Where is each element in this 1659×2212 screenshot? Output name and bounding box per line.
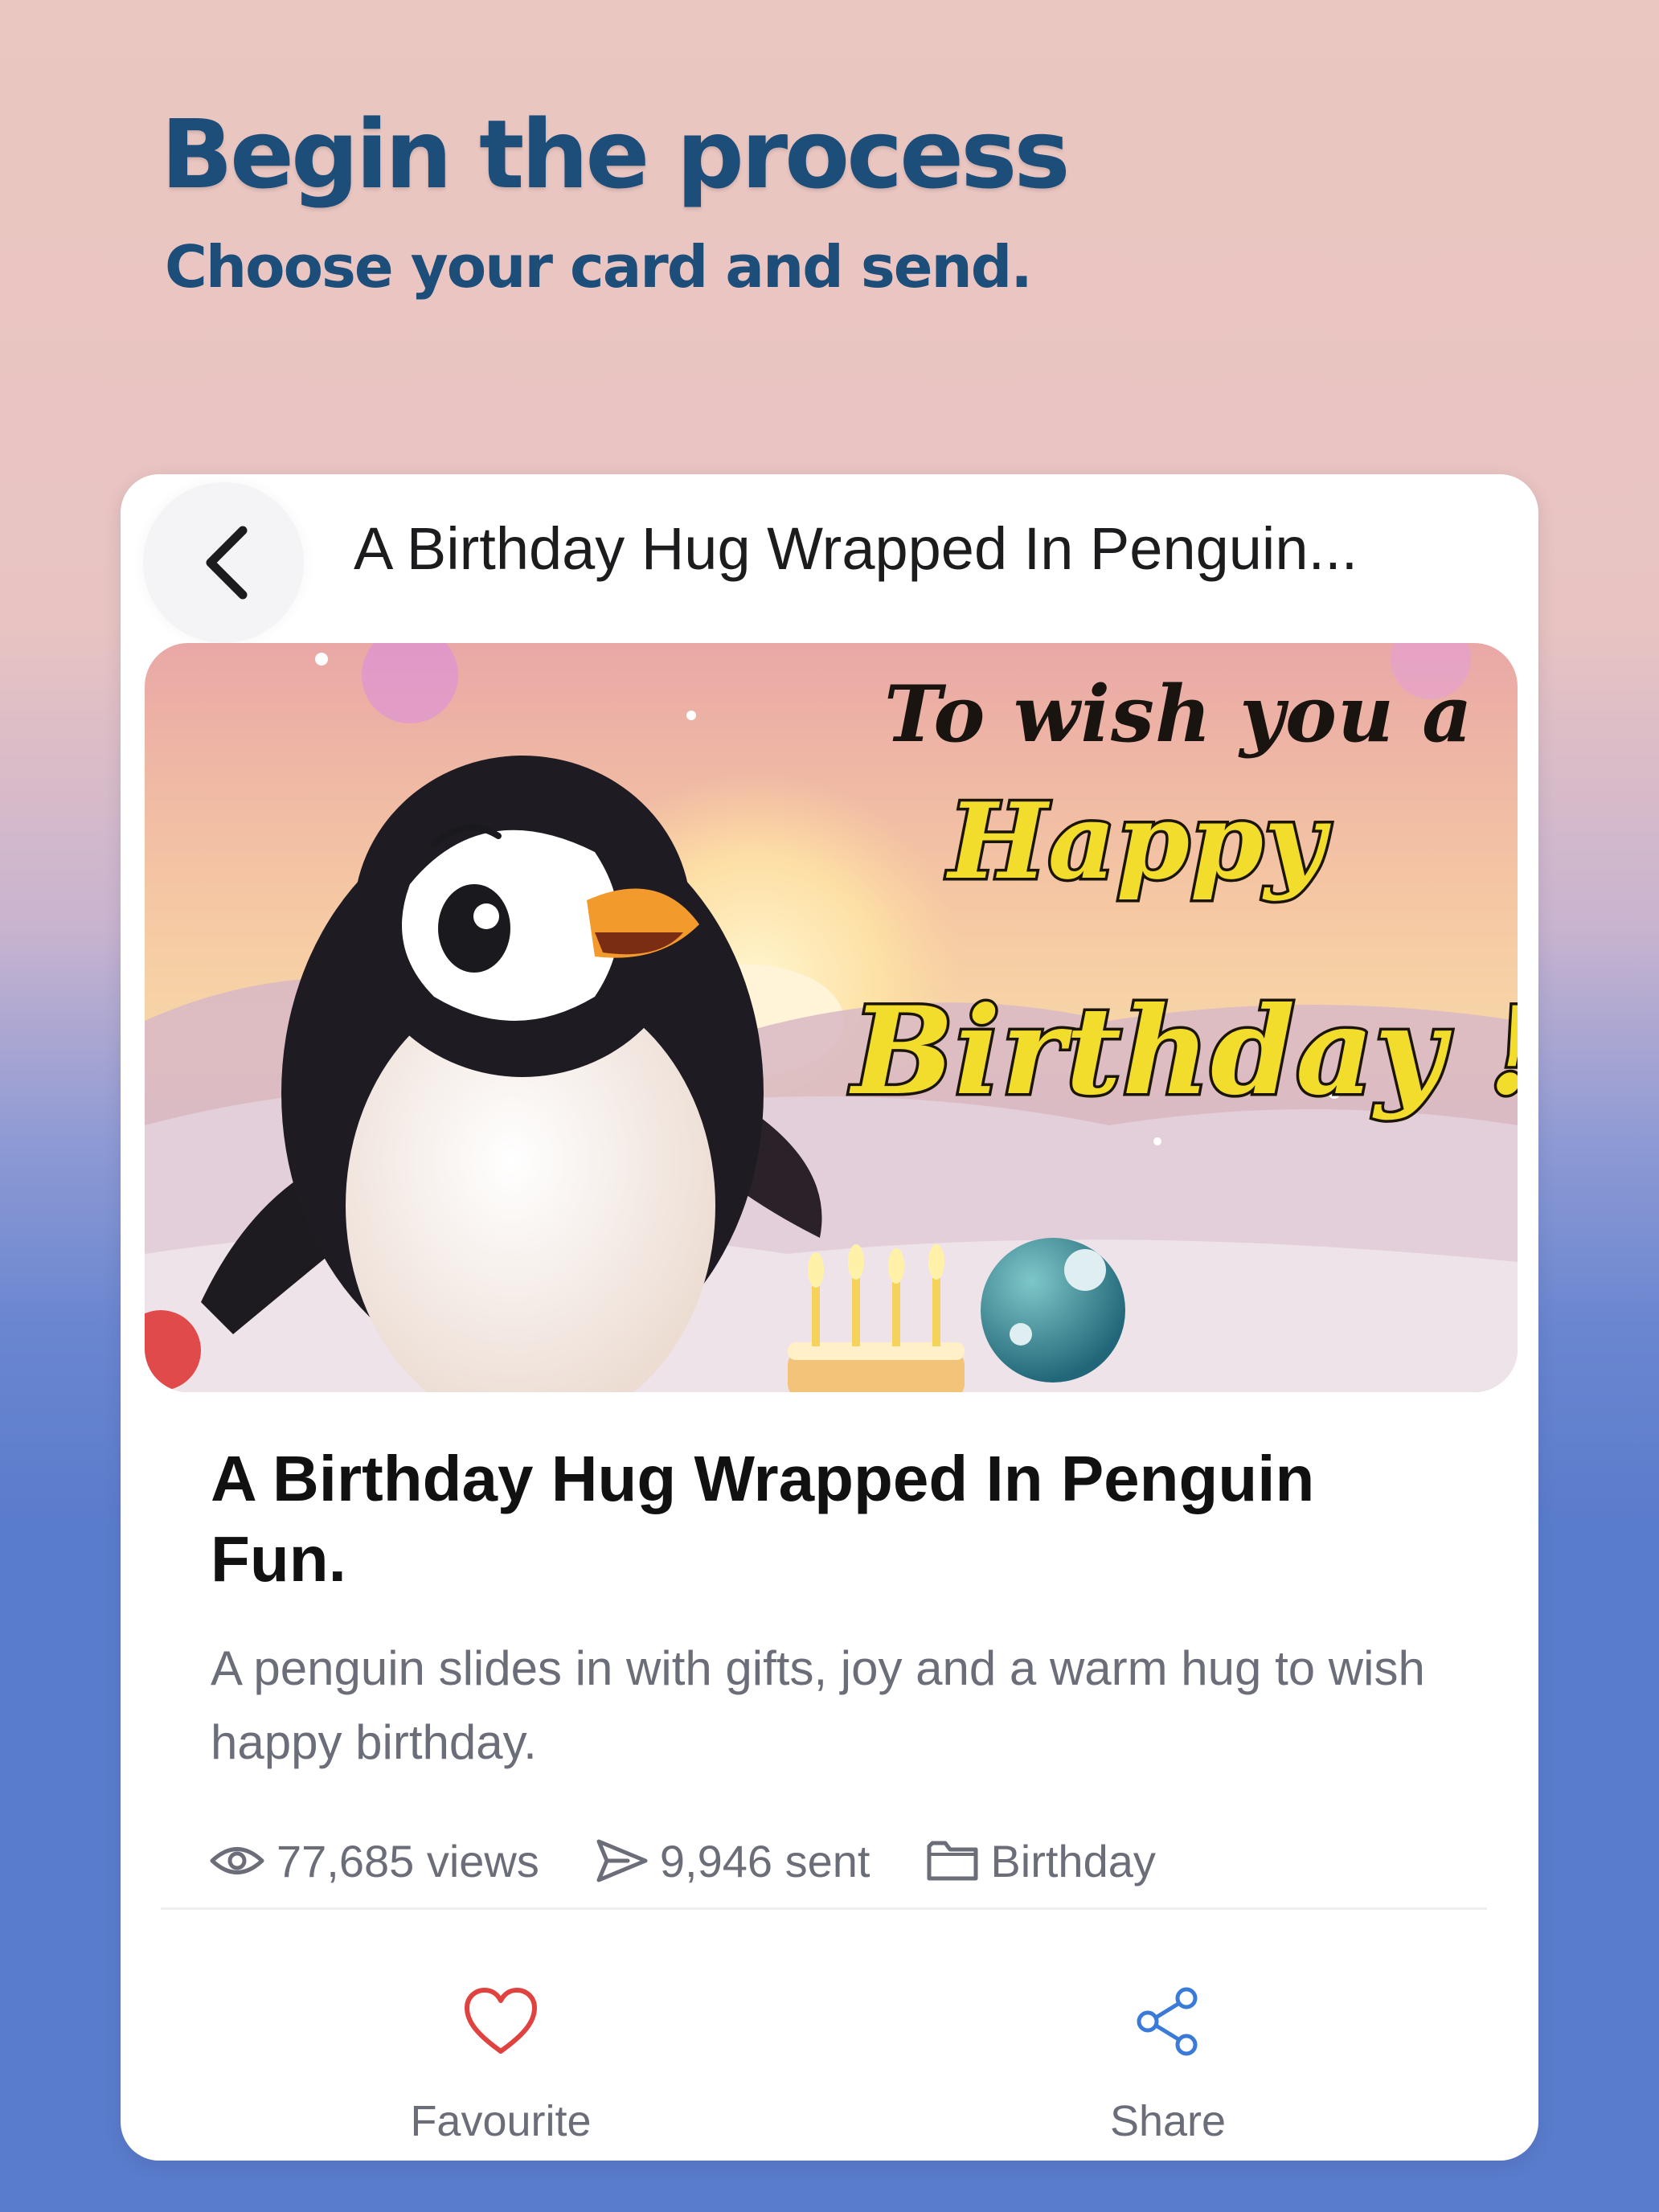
views-stat: 77,685 views xyxy=(209,1835,539,1887)
screen-title: A Birthday Hug Wrapped In Penguin... xyxy=(354,515,1358,582)
chevron-left-icon xyxy=(206,526,248,600)
promo-headline: Begin the process xyxy=(161,99,1071,210)
card-stats: 77,685 views 9,946 sent Birthday xyxy=(209,1825,1212,1897)
send-icon xyxy=(596,1839,648,1882)
hero-text-line2: Happy xyxy=(945,777,1327,906)
views-count: 77,685 views xyxy=(276,1835,539,1886)
card-preview-image[interactable]: To wish you a Happy Birthday ! xyxy=(145,643,1518,1392)
favourite-button[interactable]: Favourite xyxy=(332,1985,670,2146)
sent-count: 9,946 sent xyxy=(659,1835,870,1886)
promo-subheadline: Choose your card and send. xyxy=(165,233,1033,301)
back-button[interactable] xyxy=(143,482,304,643)
eye-icon xyxy=(210,1847,264,1874)
category-stat: Birthday xyxy=(926,1835,1156,1887)
card-title: A Birthday Hug Wrapped In Penguin Fun. xyxy=(211,1443,1315,1595)
share-label: Share xyxy=(1109,2097,1227,2145)
folder-icon xyxy=(927,1841,978,1881)
card-detail-screen: A Birthday Hug Wrapped In Penguin... To … xyxy=(121,474,1538,2161)
sent-stat: 9,946 sent xyxy=(596,1835,870,1887)
card-description: A penguin slides in with gifts, joy and … xyxy=(211,1641,1425,1769)
top-bar: A Birthday Hug Wrapped In Penguin... xyxy=(121,474,1538,643)
divider xyxy=(161,1907,1487,1910)
share-icon xyxy=(1137,1987,1198,2056)
share-button[interactable]: Share xyxy=(999,1985,1337,2146)
category-label: Birthday xyxy=(990,1835,1156,1886)
hero-text-line3: Birthday ! xyxy=(849,978,1518,1125)
favourite-label: Favourite xyxy=(410,2097,592,2145)
hero-text-line1: To wish you a xyxy=(884,669,1473,760)
heart-icon xyxy=(465,1988,537,2054)
